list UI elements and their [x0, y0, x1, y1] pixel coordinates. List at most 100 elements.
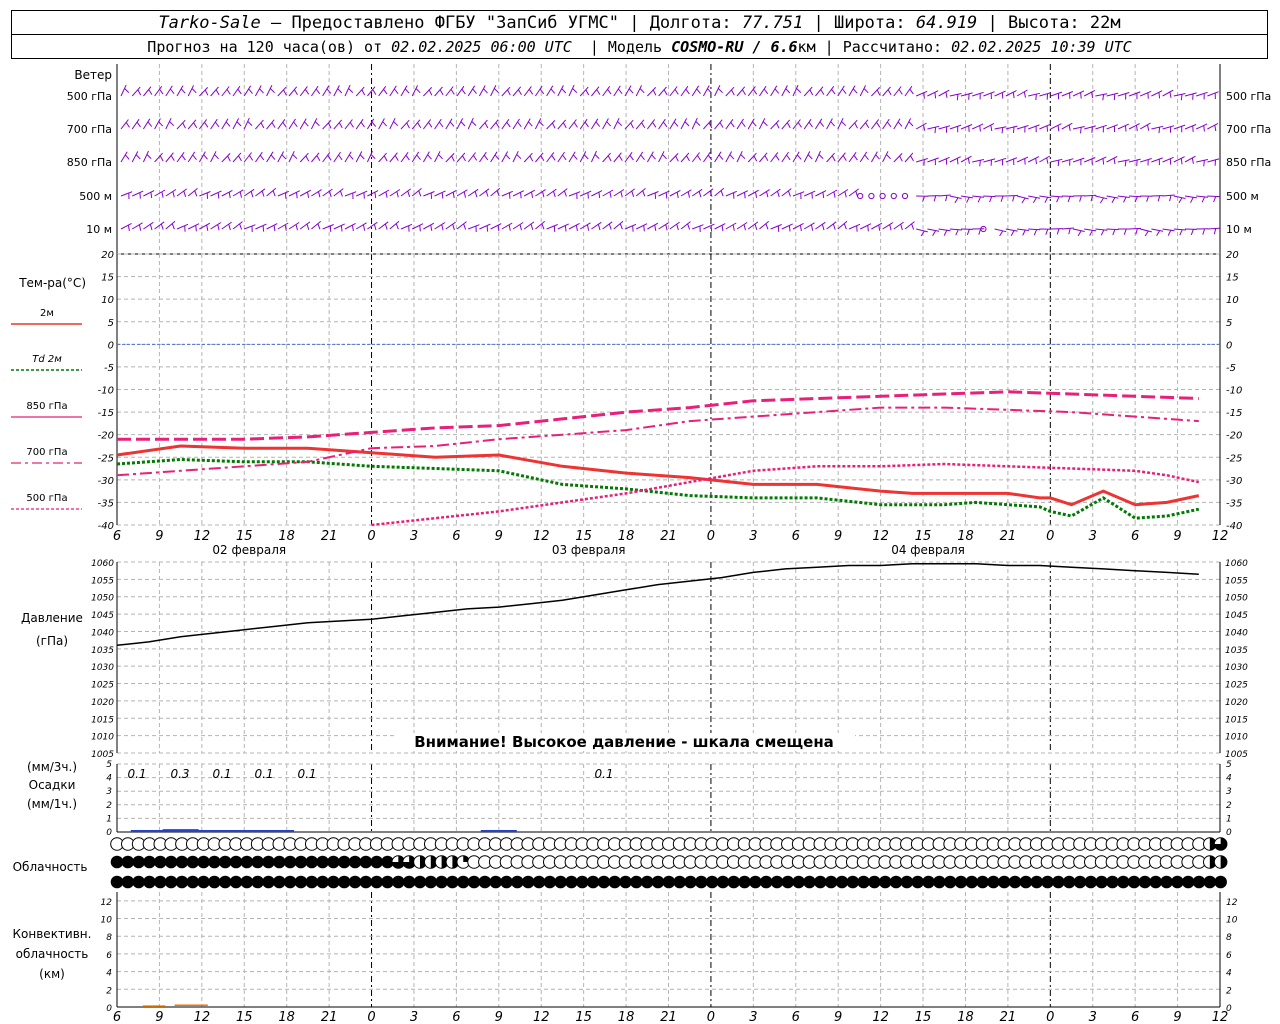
cloud-circle-full [229, 855, 243, 869]
wind-barb [322, 188, 333, 198]
wind-barb [1050, 158, 1063, 167]
wind-barb [994, 90, 1006, 99]
wind-barb [1207, 158, 1220, 166]
wind-barb [1050, 91, 1063, 100]
wind-barb [602, 86, 612, 97]
wind-barb [1095, 156, 1107, 165]
wind-barb [725, 190, 737, 199]
hour-tick-label-bottom: 3 [749, 1010, 757, 1024]
wind-barb [490, 151, 500, 163]
wind-barb [546, 152, 556, 163]
cloud-circle-full [608, 875, 622, 889]
forecast-prefix: Прогноз на 120 часа(ов) от [147, 37, 383, 56]
temp-legend-label: 2м [40, 308, 54, 319]
wind-barb [770, 120, 780, 130]
wind-barb [254, 85, 264, 97]
precip-tick-right: 0 [1226, 828, 1232, 838]
cloud-circle-full [814, 875, 827, 889]
cloud-circle-full [262, 855, 275, 869]
wind-barb [333, 188, 344, 197]
wind-barb [1050, 228, 1063, 235]
cloud-circle-full [1171, 875, 1184, 889]
wind-barb [378, 221, 389, 230]
hour-tick-label-bottom: 15 [915, 1010, 932, 1024]
hour-tick-label: 6 [113, 529, 121, 544]
wind-barb [199, 87, 209, 97]
temp-tick-left: -40 [98, 521, 114, 532]
temp-tick-left: 10 [101, 295, 114, 306]
wind-barb [131, 190, 144, 199]
wind-barb [714, 187, 725, 197]
wind-barb [142, 150, 152, 163]
conv-tick-left: 12 [101, 898, 113, 908]
hour-tick-label-bottom: 21 [321, 1010, 338, 1024]
wind-barb [299, 118, 309, 130]
cloud-circle-full [251, 855, 264, 869]
wind-barb [781, 223, 793, 232]
pressure-tick-left: 1030 [91, 663, 114, 673]
wind-barb [478, 85, 488, 97]
wind-barb [658, 151, 667, 163]
wind-barb [355, 86, 366, 97]
conv-tick-right: 8 [1226, 933, 1232, 943]
temp-legend-label: 850 гПа [26, 401, 67, 412]
wind-barb [960, 92, 973, 100]
wind-barb [893, 86, 903, 97]
cloud-circle-full [922, 875, 935, 889]
precip-label-3h: (мм/3ч.) [27, 760, 77, 774]
wind-barb [792, 84, 802, 97]
wind-barb [423, 191, 435, 199]
wind-barb [165, 189, 177, 198]
wind-barb [837, 189, 849, 198]
wind-barb [949, 93, 962, 101]
wind-barb [1162, 194, 1175, 202]
wind-barb [680, 118, 690, 130]
chart-header: Tarko-Sale – Предоставлено ФГБУ "ЗапСиб … [11, 10, 1268, 60]
cloud-circle-full [976, 875, 989, 889]
wind-barb [131, 222, 143, 231]
wind-barb [344, 151, 354, 163]
wind-barb [131, 86, 142, 97]
cloud-circle-full [1138, 875, 1152, 889]
wind-barb [803, 222, 815, 231]
cloud-circle-full [348, 875, 362, 889]
temp-tick-right: -30 [1226, 476, 1242, 487]
cloud-circle-full [651, 875, 665, 889]
wind-barb [266, 84, 275, 97]
cloud-circle-full [824, 875, 838, 889]
cloud-circle-full [803, 875, 816, 889]
wind-barb [378, 189, 390, 198]
wind-barb [1072, 157, 1085, 166]
precip-tick-right: 2 [1226, 801, 1232, 811]
wind-barb [467, 117, 477, 130]
wind-barb [826, 118, 836, 130]
hour-tick-label-bottom: 9 [834, 1010, 842, 1024]
wind-barb [613, 189, 625, 198]
cloud-circle-full [273, 875, 286, 889]
temp-tick-left: -10 [98, 386, 114, 397]
wind-barb [1151, 90, 1163, 99]
hour-tick-label-bottom: 0 [1046, 1010, 1054, 1024]
cloud-circle-fill [1220, 855, 1227, 869]
wind-barb [669, 189, 681, 199]
wind-barb [736, 150, 746, 163]
wind-barb [1207, 122, 1219, 132]
wind-barb [1117, 123, 1130, 132]
wind-barb [1196, 159, 1209, 167]
temp-tick-right: 10 [1226, 295, 1239, 306]
cloud-circle-full [1052, 875, 1065, 889]
wind-barb [557, 223, 569, 232]
cloud-circle-full [749, 875, 762, 889]
wind-barb [758, 118, 768, 130]
cloud-circle-full [911, 875, 924, 889]
pressure-tick-left: 1020 [91, 698, 114, 708]
wind-barb [893, 153, 903, 163]
wind-barb [882, 118, 892, 130]
model-name: COSMO-RU / 6.6 [671, 37, 798, 56]
wind-barb [467, 188, 479, 198]
wind-barb [1140, 195, 1153, 202]
cloud-circle-full [1084, 875, 1098, 889]
wind-barb [154, 118, 164, 130]
wind-barb [837, 152, 847, 163]
wind-barb [703, 188, 714, 197]
